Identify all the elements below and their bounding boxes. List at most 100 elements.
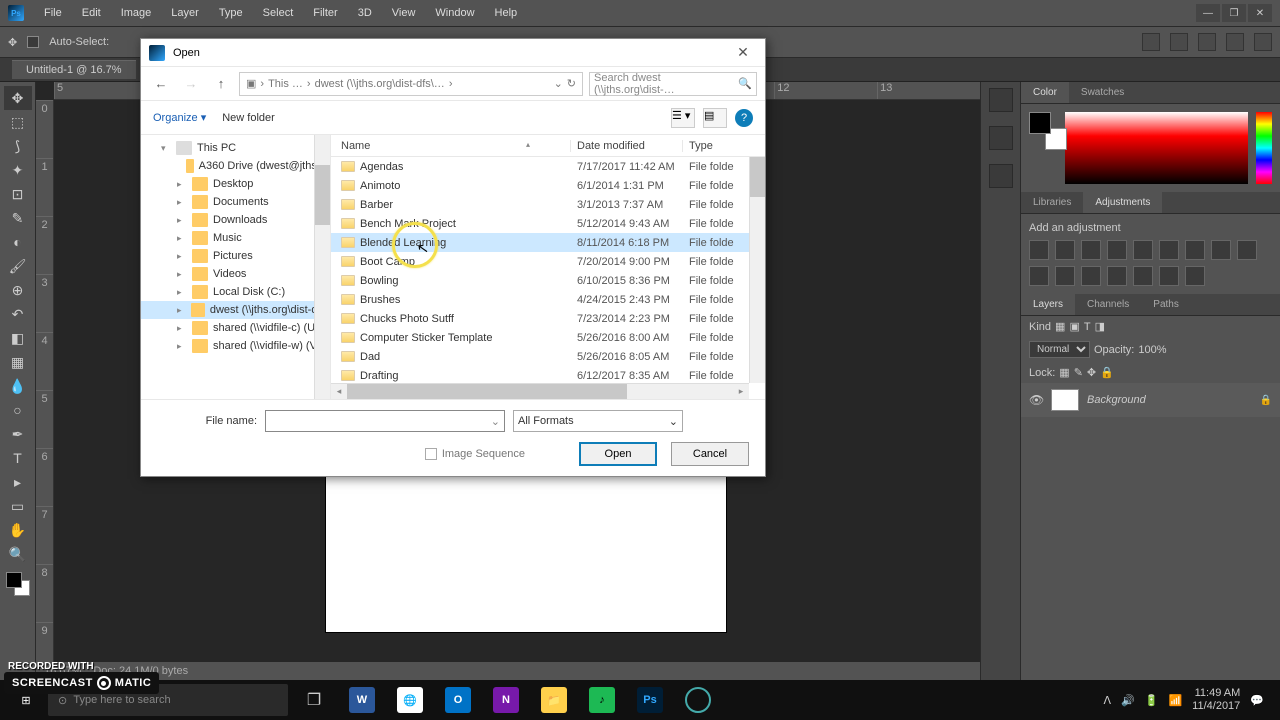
blur-tool[interactable]: 💧 xyxy=(4,374,32,398)
history-brush-tool[interactable]: ↶ xyxy=(4,302,32,326)
adjustment-icon[interactable] xyxy=(1133,240,1153,260)
lock-icon[interactable]: 🔒 xyxy=(1100,366,1114,379)
color-tab[interactable]: Color xyxy=(1021,82,1069,103)
menu-view[interactable]: View xyxy=(382,3,426,23)
adjustment-icon[interactable] xyxy=(1081,240,1101,260)
tray-icon[interactable]: ᐱ xyxy=(1104,694,1112,707)
taskbar-app[interactable] xyxy=(676,680,720,720)
file-row[interactable]: Bench Mark Project5/12/2014 9:43 AMFile … xyxy=(331,214,765,233)
file-row[interactable]: Agendas7/17/2017 11:42 AMFile folde xyxy=(331,157,765,176)
vertical-scrollbar[interactable] xyxy=(749,157,765,383)
tree-node[interactable]: ▸shared (\\vidfile-c) (U:) xyxy=(141,319,330,337)
adjustment-icon[interactable] xyxy=(1029,266,1049,286)
taskbar-app[interactable]: O xyxy=(436,680,480,720)
adjustment-icon[interactable] xyxy=(1081,266,1101,286)
color-swatch[interactable] xyxy=(1029,112,1057,140)
tree-node[interactable]: ▸Documents xyxy=(141,193,330,211)
adjustment-icon[interactable] xyxy=(1185,266,1205,286)
properties-panel-icon[interactable] xyxy=(989,126,1013,150)
foreground-background-colors[interactable] xyxy=(6,572,30,596)
new-folder-button[interactable]: New folder xyxy=(222,112,275,124)
adjustment-icon[interactable] xyxy=(1211,240,1231,260)
notifications-button[interactable]: 💬 xyxy=(1250,694,1264,707)
filter-icon[interactable]: ▦ xyxy=(1055,320,1065,333)
breadcrumb[interactable]: ▣ › This … › dwest (\\jths.org\dist-dfs\… xyxy=(239,72,583,96)
tree-node[interactable]: ▸Music xyxy=(141,229,330,247)
clone-stamp-tool[interactable]: ⊕ xyxy=(4,278,32,302)
file-row[interactable]: Computer Sticker Template5/26/2016 8:00 … xyxy=(331,328,765,347)
file-name-input[interactable]: ⌄ xyxy=(265,410,505,432)
image-sequence-checkbox[interactable]: Image Sequence xyxy=(425,448,525,460)
cancel-button[interactable]: Cancel xyxy=(671,442,749,466)
channels-tab[interactable]: Channels xyxy=(1075,294,1141,315)
adjustment-icon[interactable] xyxy=(1107,240,1127,260)
libraries-tab[interactable]: Libraries xyxy=(1021,192,1083,213)
tray-icon[interactable]: 🔊 xyxy=(1121,694,1135,707)
align-icon[interactable] xyxy=(1226,33,1244,51)
taskbar-clock[interactable]: 11:49 AM 11/4/2017 xyxy=(1192,687,1240,713)
date-column[interactable]: Date modified xyxy=(571,140,683,152)
file-row[interactable]: Brushes4/24/2015 2:43 PMFile folde xyxy=(331,290,765,309)
adjustment-icon[interactable] xyxy=(1133,266,1153,286)
color-picker-gradient[interactable] xyxy=(1065,112,1248,184)
file-row[interactable]: Animoto6/1/2014 1:31 PMFile folde xyxy=(331,176,765,195)
maximize-button[interactable]: ❐ xyxy=(1222,4,1246,22)
document-tab[interactable]: Untitled-1 @ 16.7% xyxy=(12,60,136,79)
adjustment-icon[interactable] xyxy=(1055,240,1075,260)
menu-window[interactable]: Window xyxy=(425,3,484,23)
file-row[interactable]: Boot Camp7/20/2014 9:00 PMFile folde xyxy=(331,252,765,271)
taskbar-app[interactable]: ♪ xyxy=(580,680,624,720)
filter-icon[interactable]: T xyxy=(1084,321,1091,333)
layers-tab[interactable]: Layers xyxy=(1021,294,1075,315)
lock-icon[interactable]: ✥ xyxy=(1087,366,1096,379)
horizontal-scrollbar[interactable]: ◂▸ xyxy=(331,383,749,399)
lock-icon[interactable]: ▦ xyxy=(1059,366,1069,379)
file-row[interactable]: Bowling6/10/2015 8:36 PMFile folde xyxy=(331,271,765,290)
magic-wand-tool[interactable]: ✦ xyxy=(4,158,32,182)
menu-help[interactable]: Help xyxy=(485,3,528,23)
adjustment-icon[interactable] xyxy=(1159,240,1179,260)
tree-node[interactable]: ▸Pictures xyxy=(141,247,330,265)
lasso-tool[interactable]: ⟆ xyxy=(4,134,32,158)
menu-file[interactable]: File xyxy=(34,3,72,23)
search-input[interactable]: Search dwest (\\jths.org\dist-… 🔍 xyxy=(589,72,757,96)
adjustment-icon[interactable] xyxy=(1185,240,1205,260)
align-icon[interactable] xyxy=(1198,33,1216,51)
up-button[interactable]: ↑ xyxy=(209,72,233,96)
organize-button[interactable]: Organize ▾ xyxy=(153,111,206,124)
align-icon[interactable] xyxy=(1170,33,1188,51)
hand-tool[interactable]: ✋ xyxy=(4,518,32,542)
file-row[interactable]: Barber3/1/2013 7:37 AMFile folde xyxy=(331,195,765,214)
opacity-value[interactable]: 100% xyxy=(1138,344,1166,356)
rectangle-tool[interactable]: ▭ xyxy=(4,494,32,518)
visibility-icon[interactable]: 👁 xyxy=(1029,393,1043,407)
open-button[interactable]: Open xyxy=(579,442,657,466)
pen-tool[interactable]: ✒ xyxy=(4,422,32,446)
taskbar-app[interactable]: 🌐 xyxy=(388,680,432,720)
swatches-tab[interactable]: Swatches xyxy=(1069,82,1136,103)
file-row[interactable]: Dad5/26/2016 8:05 AMFile folde xyxy=(331,347,765,366)
menu-filter[interactable]: Filter xyxy=(303,3,347,23)
forward-button[interactable]: → xyxy=(179,72,203,96)
taskbar-app[interactable]: W xyxy=(340,680,384,720)
menu-edit[interactable]: Edit xyxy=(72,3,111,23)
blend-mode-select[interactable]: Normal xyxy=(1029,341,1090,358)
marquee-tool[interactable]: ⬚ xyxy=(4,110,32,134)
lock-icon[interactable]: ✎ xyxy=(1074,366,1083,379)
name-column[interactable]: Name xyxy=(331,140,571,152)
type-tool[interactable]: T xyxy=(4,446,32,470)
tree-node[interactable]: ▾This PC xyxy=(141,139,330,157)
eyedropper-tool[interactable]: ✎ xyxy=(4,206,32,230)
type-column[interactable]: Type xyxy=(683,140,765,152)
zoom-tool[interactable]: 🔍 xyxy=(4,542,32,566)
tree-node[interactable]: A360 Drive (dwest@jths.o xyxy=(141,157,330,175)
filter-icon[interactable]: ▣ xyxy=(1069,320,1079,333)
tree-node[interactable]: ▸Desktop xyxy=(141,175,330,193)
dodge-tool[interactable]: ○ xyxy=(4,398,32,422)
character-panel-icon[interactable] xyxy=(989,164,1013,188)
file-row[interactable]: Chucks Photo Sutff7/23/2014 2:23 PMFile … xyxy=(331,309,765,328)
menu-3d[interactable]: 3D xyxy=(348,3,382,23)
healing-brush-tool[interactable]: ◐ xyxy=(4,230,32,254)
menu-layer[interactable]: Layer xyxy=(161,3,209,23)
menu-type[interactable]: Type xyxy=(209,3,253,23)
